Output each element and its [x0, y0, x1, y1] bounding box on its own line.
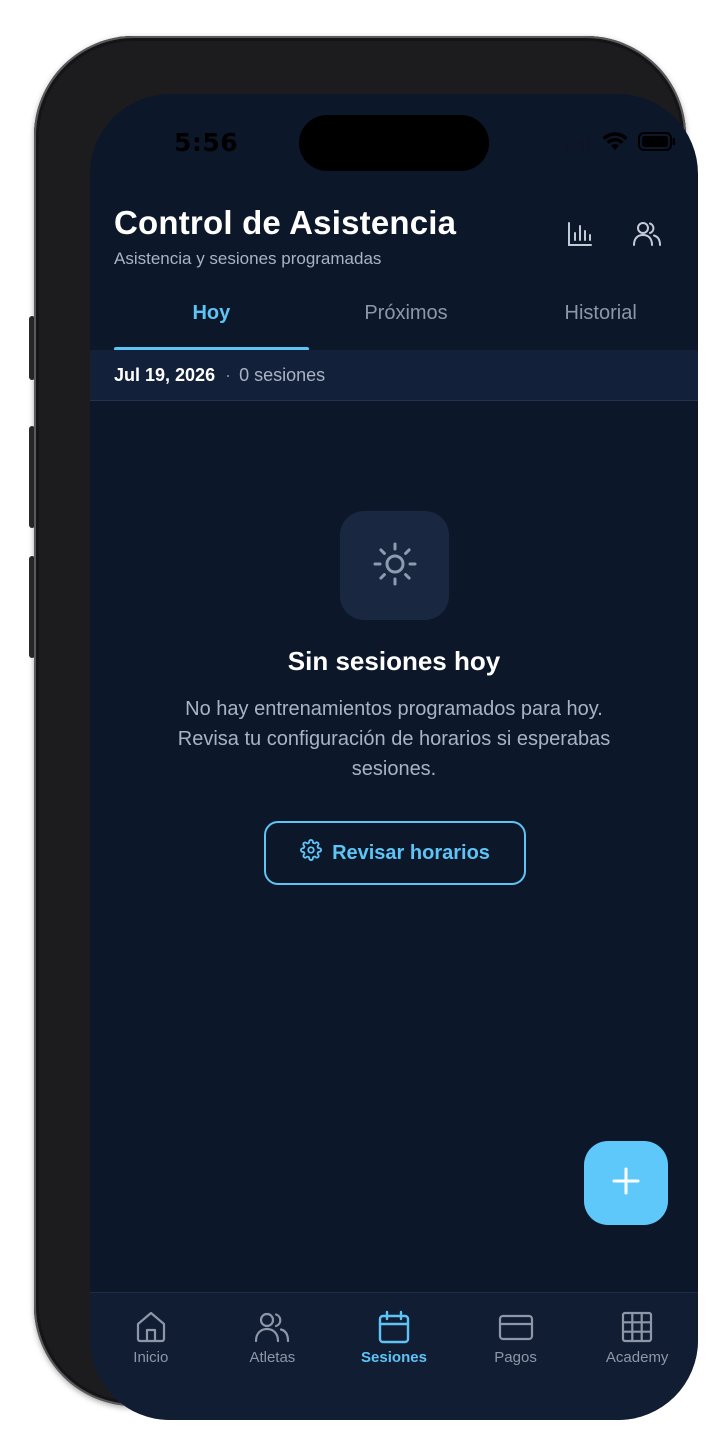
status-time: 5:56 [174, 128, 239, 157]
battery-icon [638, 132, 676, 155]
empty-state-description: No hay entrenamientos programados para h… [177, 698, 611, 780]
session-count: 0 sesiones [239, 364, 326, 385]
calendar-icon [376, 1309, 412, 1345]
nav-item-pagos[interactable]: Pagos [455, 1293, 577, 1420]
bottom-navigation: Inicio Atletas Sesiones Pagos Academy [90, 1292, 698, 1420]
plus-icon [611, 1166, 641, 1200]
nav-item-academy[interactable]: Academy [576, 1293, 698, 1420]
add-session-fab[interactable] [584, 1141, 668, 1225]
bar-chart-icon [566, 220, 594, 252]
home-icon [133, 1309, 169, 1345]
grid-icon [619, 1309, 655, 1345]
stats-button[interactable] [564, 220, 596, 252]
sun-icon [369, 538, 421, 594]
page-title: Control de Asistencia [114, 204, 457, 241]
nav-label-inicio: Inicio [133, 1349, 169, 1366]
status-icons [566, 132, 676, 155]
signal-icon [566, 134, 592, 154]
review-schedule-label: Revisar horarios [332, 841, 490, 864]
gear-icon [300, 839, 323, 867]
users-icon [254, 1309, 290, 1345]
team-button[interactable] [631, 220, 663, 252]
nav-label-academy: Academy [605, 1349, 669, 1366]
nav-item-sesiones[interactable]: Sesiones [333, 1293, 455, 1420]
page-subtitle: Asistencia y sesiones programadas [114, 249, 382, 268]
users-icon [632, 220, 662, 252]
tab-historial[interactable]: Historial [503, 290, 698, 350]
tab-proximos[interactable]: Próximos [309, 290, 504, 350]
current-date: Jul 19, 2026 [114, 364, 216, 385]
app-screen: 5:56 Control de Asistencia Asistencia y … [90, 94, 698, 1420]
wifi-icon [602, 132, 628, 155]
nav-label-pagos: Pagos [494, 1349, 537, 1366]
nav-label-sesiones: Sesiones [361, 1349, 427, 1366]
tab-bar: Hoy Próximos Historial [114, 290, 698, 351]
empty-state-icon-tile [340, 511, 449, 620]
dynamic-island [299, 115, 489, 171]
tab-hoy[interactable]: Hoy [114, 290, 309, 351]
phone-frame: 5:56 Control de Asistencia Asistencia y … [34, 36, 698, 1420]
date-summary-bar: Jul 19, 2026 · 0 sesiones [90, 350, 698, 401]
credit-card-icon [498, 1309, 534, 1345]
nav-item-inicio[interactable]: Inicio [90, 1293, 212, 1420]
separator-dot: · [225, 364, 232, 385]
review-schedule-button[interactable]: Revisar horarios [264, 821, 526, 885]
nav-label-atletas: Atletas [249, 1349, 296, 1366]
empty-state-title: Sin sesiones hoy [287, 646, 501, 676]
nav-item-atletas[interactable]: Atletas [212, 1293, 334, 1420]
